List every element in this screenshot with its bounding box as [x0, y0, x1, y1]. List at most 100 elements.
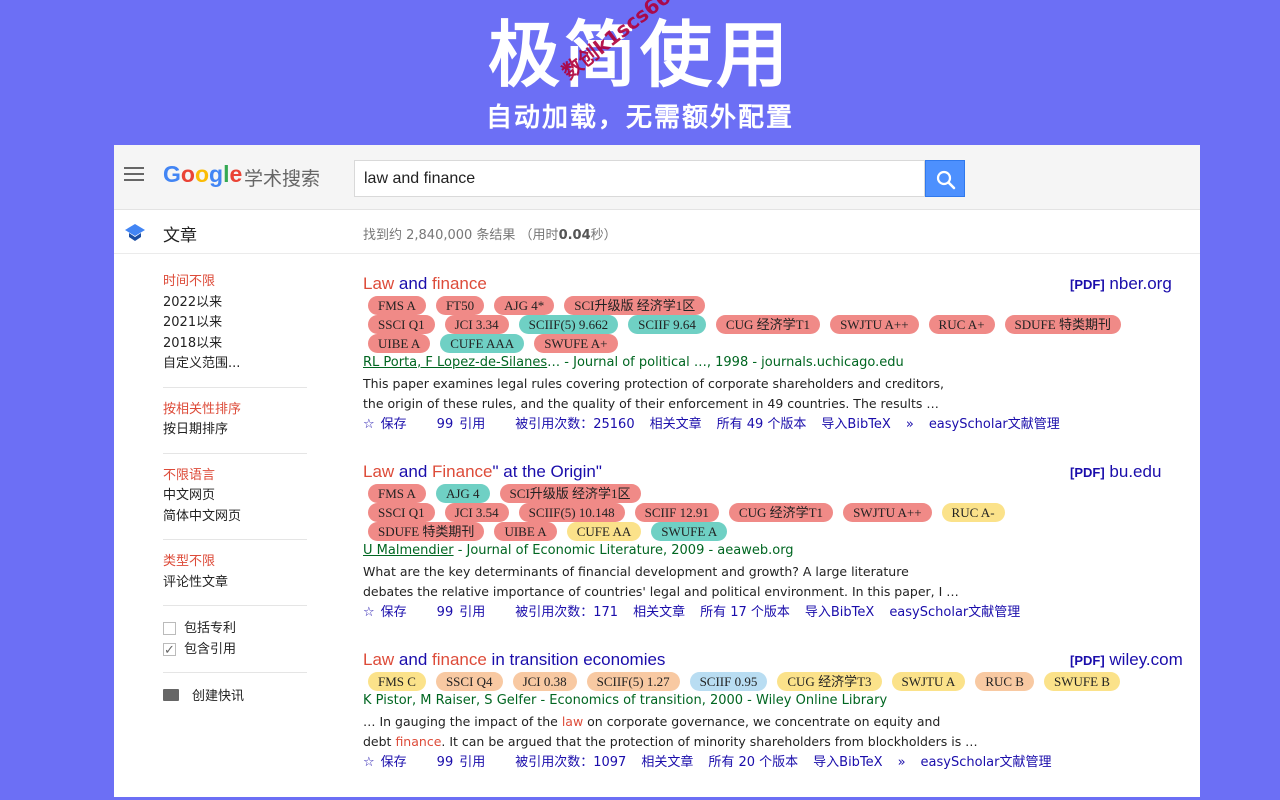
result-actions: ☆ 保存 99 引用 被引用次数：171 相关文章 所有 17 个版本 导入BibT…	[363, 603, 1193, 623]
pdf-link[interactable]: [PDF] bu.edu	[1070, 460, 1161, 485]
filter-since-2021[interactable]: 2021以来	[163, 313, 307, 334]
search-button[interactable]	[925, 160, 965, 197]
top-bar: Google 学术搜索	[114, 145, 1200, 210]
quote-icon: 99	[436, 755, 454, 770]
results-list: Law and finance [PDF] nber.org FMS A FT5…	[363, 272, 1193, 773]
badge: SWJTU A	[891, 672, 966, 691]
badge: RUC A+	[928, 315, 995, 334]
badge: SWUFE B	[1043, 672, 1120, 691]
save-button[interactable]: ☆ 保存	[363, 415, 422, 435]
save-button[interactable]: ☆ 保存	[363, 603, 422, 623]
more-icon[interactable]: »	[898, 753, 906, 773]
type-any[interactable]: 类型不限	[163, 552, 307, 573]
include-citations-checkbox[interactable]: 包含引用	[163, 639, 307, 661]
result-title[interactable]: Law and finance in transition economies	[363, 648, 1193, 672]
badge: FMS A	[368, 484, 426, 503]
easyscholar-link[interactable]: easyScholar文献管理	[921, 753, 1052, 773]
pdf-link[interactable]: [PDF] nber.org	[1070, 272, 1172, 297]
easyscholar-link[interactable]: easyScholar文献管理	[889, 603, 1020, 623]
time-filter: 时间不限 2022以来 2021以来 2018以来 自定义范围...	[163, 272, 307, 388]
result-title[interactable]: Law and finance	[363, 272, 1193, 296]
cite-button[interactable]: 99 引用	[437, 753, 501, 773]
result-item: Law and finance [PDF] nber.org FMS A FT5…	[363, 272, 1193, 460]
badge: CUG 经济学T3	[777, 672, 882, 691]
language-filter: 不限语言 中文网页 简体中文网页	[163, 466, 307, 540]
cite-button[interactable]: 99 引用	[437, 415, 501, 435]
sidebar: 时间不限 2022以来 2021以来 2018以来 自定义范围... 按相关性排…	[163, 272, 307, 704]
result-stats: 找到约 2,840,000 条结果 （用时0.04秒）	[363, 228, 617, 243]
badge: SCIIF(5) 1.27	[586, 672, 680, 691]
badge: SCIIF(5) 9.662	[518, 315, 619, 334]
result-item: Law and finance in transition economies …	[363, 648, 1193, 773]
badge: JCI 3.34	[444, 315, 509, 334]
badge: SCI升级版 经济学1区	[564, 296, 706, 315]
result-snippet: What are the key determinants of financi…	[363, 564, 959, 599]
filter-since-2018[interactable]: 2018以来	[163, 334, 307, 355]
create-alert-button[interactable]: 创建快讯	[163, 685, 307, 704]
google-logo[interactable]: Google	[163, 161, 242, 188]
easyscholar-link[interactable]: easyScholar文献管理	[929, 415, 1060, 435]
badge: SDUFE 特类期刊	[1004, 315, 1121, 334]
badge: SWUFE A+	[534, 334, 618, 353]
badge: SSCI Q1	[368, 503, 435, 522]
sort-date[interactable]: 按日期排序	[163, 420, 307, 441]
badge: FMS A	[368, 296, 426, 315]
badge: SDUFE 特类期刊	[368, 522, 485, 541]
include-patents-checkbox[interactable]: 包括专利	[163, 618, 307, 639]
quote-icon: 99	[436, 417, 454, 432]
badge: FT50	[435, 296, 485, 315]
related-articles-link[interactable]: 相关文章	[633, 603, 685, 623]
badge: UIBE A	[494, 522, 557, 541]
menu-icon[interactable]	[124, 167, 144, 185]
badge: SCIIF 0.95	[689, 672, 768, 691]
result-actions: ☆ 保存 99 引用 被引用次数：25160 相关文章 所有 49 个版本 导入Bi…	[363, 415, 1193, 435]
pdf-link[interactable]: [PDF] wiley.com	[1070, 648, 1183, 673]
import-bibtex-link[interactable]: 导入BibTeX	[821, 415, 890, 435]
badge: FMS C	[368, 672, 426, 691]
search-input[interactable]	[354, 160, 925, 197]
search-icon	[936, 170, 956, 190]
import-bibtex-link[interactable]: 导入BibTeX	[813, 753, 882, 773]
lang-any[interactable]: 不限语言	[163, 466, 307, 487]
authors-link[interactable]: K Pistor, M Raiser, S Gelfer	[363, 693, 536, 708]
result-snippet: … In gauging the impact of the law on co…	[363, 714, 978, 749]
badge: RUC B	[975, 672, 1034, 691]
import-bibtex-link[interactable]: 导入BibTeX	[805, 603, 874, 623]
badge: SWJTU A++	[843, 503, 932, 522]
authors-link[interactable]: U Malmendier	[363, 543, 454, 558]
result-meta: K Pistor, M Raiser, S Gelfer - Economics…	[363, 693, 888, 708]
badge: SCI升级版 经济学1区	[499, 484, 641, 503]
filter-since-2022[interactable]: 2022以来	[163, 293, 307, 314]
all-versions-link[interactable]: 所有 20 个版本	[708, 753, 798, 773]
result-meta: RL Porta, F Lopez-de-Silanes… - Journal …	[363, 355, 904, 370]
badge: SCIIF 12.91	[634, 503, 719, 522]
cited-by-link[interactable]: 被引用次数：25160	[515, 415, 634, 435]
badge: SSCI Q1	[368, 315, 435, 334]
badge: SWJTU A++	[830, 315, 919, 334]
hero-subtitle: 自动加载，无需额外配置	[485, 103, 794, 133]
lang-simplified-chinese[interactable]: 简体中文网页	[163, 507, 307, 528]
filter-custom-range[interactable]: 自定义范围...	[163, 354, 307, 375]
save-button[interactable]: ☆ 保存	[363, 753, 422, 773]
cite-button[interactable]: 99 引用	[437, 603, 501, 623]
type-filter: 类型不限 评论性文章	[163, 552, 307, 606]
sort-relevance[interactable]: 按相关性排序	[163, 400, 307, 421]
sort-filter: 按相关性排序 按日期排序	[163, 400, 307, 454]
cited-by-link[interactable]: 被引用次数：1097	[515, 753, 626, 773]
badge: RUC A-	[941, 503, 1005, 522]
result-title[interactable]: Law and Finance" at the Origin"	[363, 460, 1193, 484]
badge: SWUFE A	[651, 522, 728, 541]
star-icon: ☆	[363, 605, 375, 620]
authors-link[interactable]: RL Porta, F Lopez-de-Silanes	[363, 355, 547, 370]
cited-by-link[interactable]: 被引用次数：171	[515, 603, 618, 623]
lang-chinese[interactable]: 中文网页	[163, 486, 307, 507]
related-articles-link[interactable]: 相关文章	[650, 415, 702, 435]
filter-any-time[interactable]: 时间不限	[163, 272, 307, 293]
section-label: 文章	[163, 226, 197, 246]
related-articles-link[interactable]: 相关文章	[641, 753, 693, 773]
type-review[interactable]: 评论性文章	[163, 573, 307, 594]
result-meta: U Malmendier - Journal of Economic Liter…	[363, 543, 794, 558]
more-icon[interactable]: »	[906, 415, 914, 435]
all-versions-link[interactable]: 所有 49 个版本	[717, 415, 807, 435]
all-versions-link[interactable]: 所有 17 个版本	[700, 603, 790, 623]
